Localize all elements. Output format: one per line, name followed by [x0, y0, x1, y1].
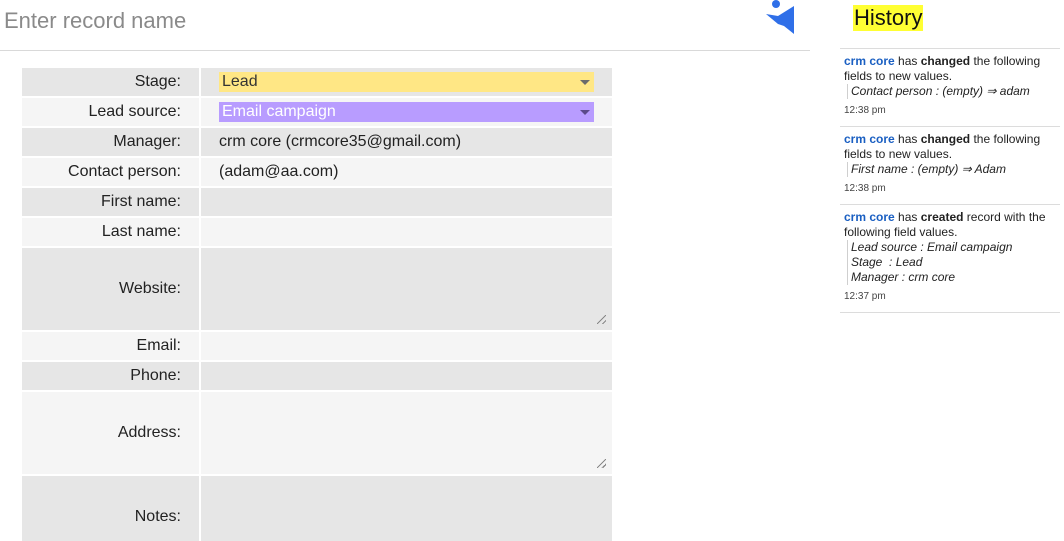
address-label: Address:	[22, 392, 199, 474]
form-row-website: Website:	[22, 248, 612, 330]
history-changes: Lead source : Email campaign Stage : Lea…	[847, 240, 1056, 285]
first-name-label: First name:	[22, 188, 199, 216]
lead-source-label: Lead source:	[22, 98, 199, 126]
lead-source-select[interactable]: Email campaign	[219, 102, 594, 122]
stage-select[interactable]: Lead	[219, 72, 594, 92]
history-entry: crm core has changed the following field…	[840, 126, 1060, 204]
last-name-label: Last name:	[22, 218, 199, 246]
history-change-line: First name : (empty) ⇒ Adam	[851, 162, 1006, 176]
history-user-link[interactable]: crm core	[844, 210, 895, 224]
history-user-link[interactable]: crm core	[844, 54, 895, 68]
form-row-lead-source: Lead source: Email campaign	[22, 98, 612, 126]
manager-value[interactable]: crm core (crmcore35@gmail.com)	[201, 128, 612, 156]
contact-person-label: Contact person:	[22, 158, 199, 186]
history-entry: crm core has changed the following field…	[840, 48, 1060, 126]
stage-value: Lead	[222, 73, 258, 90]
form-row-phone: Phone:	[22, 362, 612, 390]
last-name-input[interactable]	[219, 221, 594, 243]
form-row-contact-person: Contact person: (adam@aa.com)	[22, 158, 612, 186]
history-title: History	[853, 5, 924, 31]
first-name-input[interactable]	[219, 191, 594, 213]
record-form: Stage: Lead Lead source: Email campaign …	[22, 66, 612, 541]
resize-grip-icon[interactable]	[597, 315, 606, 324]
form-row-address: Address:	[22, 392, 612, 474]
record-name-input[interactable]	[4, 6, 744, 36]
history-list: crm core has changed the following field…	[840, 48, 1060, 313]
history-action: changed	[920, 54, 971, 68]
person-logo-icon	[766, 0, 794, 34]
header-divider	[0, 50, 810, 51]
notes-label: Notes:	[22, 476, 199, 541]
history-timestamp: 12:38 pm	[844, 105, 886, 116]
phone-label: Phone:	[22, 362, 199, 390]
caret-down-icon	[580, 110, 590, 115]
history-change-line: Lead source : Email campaign	[851, 240, 1013, 254]
contact-person-value[interactable]: (adam@aa.com)	[201, 158, 612, 186]
history-timestamp: 12:37 pm	[844, 291, 886, 302]
history-entry: crm core has created record with the fol…	[840, 204, 1060, 313]
phone-input[interactable]	[219, 365, 594, 387]
website-textarea[interactable]	[219, 250, 606, 328]
history-action: changed	[920, 132, 971, 146]
history-user-link[interactable]: crm core	[844, 132, 895, 146]
notes-textarea[interactable]	[219, 478, 594, 541]
history-change-line: Manager : crm core	[851, 270, 956, 284]
manager-label: Manager:	[22, 128, 199, 156]
caret-down-icon	[580, 80, 590, 85]
history-change-line: Contact person : (empty) ⇒ adam	[851, 84, 1030, 98]
form-row-manager: Manager: crm core (crmcore35@gmail.com)	[22, 128, 612, 156]
form-row-email: Email:	[22, 332, 612, 360]
form-row-stage: Stage: Lead	[22, 68, 612, 96]
form-row-last-name: Last name:	[22, 218, 612, 246]
history-change-line: Stage : Lead	[851, 255, 923, 269]
history-changes: First name : (empty) ⇒ Adam	[847, 162, 1056, 177]
form-row-notes: Notes:	[22, 476, 612, 541]
history-action: created	[920, 210, 964, 224]
history-timestamp: 12:38 pm	[844, 183, 886, 194]
email-label: Email:	[22, 332, 199, 360]
history-entry-text: crm core has changed the following field…	[844, 132, 1041, 161]
lead-source-value: Email campaign	[222, 103, 336, 120]
stage-label: Stage:	[22, 68, 199, 96]
form-row-first-name: First name:	[22, 188, 612, 216]
address-textarea[interactable]	[219, 394, 606, 472]
history-entry-text: crm core has changed the following field…	[844, 54, 1041, 83]
resize-grip-icon[interactable]	[597, 459, 606, 468]
history-entry-text: crm core has created record with the fol…	[844, 210, 1046, 239]
email-input[interactable]	[219, 335, 594, 357]
website-label: Website:	[22, 248, 199, 330]
history-changes: Contact person : (empty) ⇒ adam	[847, 84, 1056, 99]
